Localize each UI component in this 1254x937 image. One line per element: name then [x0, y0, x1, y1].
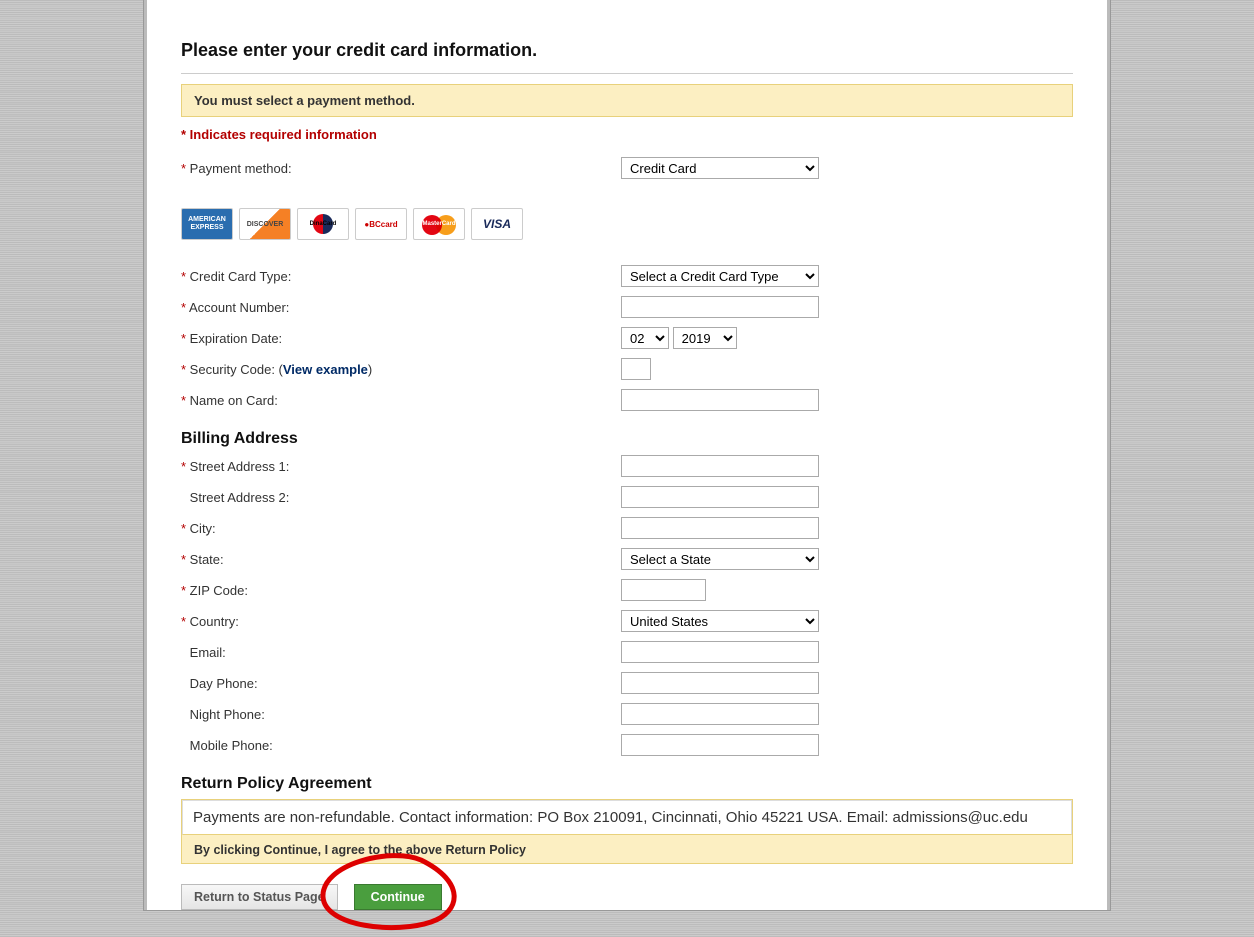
- amex-icon: AMERICAN EXPRESS: [181, 208, 233, 240]
- security-code-input[interactable]: [621, 358, 651, 380]
- mobile-phone-input[interactable]: [621, 734, 819, 756]
- visa-icon: VISA: [471, 208, 523, 240]
- name-on-card-row: * Name on Card:: [181, 388, 1073, 412]
- security-code-row: * Security Code: (View example): [181, 357, 1073, 381]
- policy-box: Payments are non-refundable. Contact inf…: [181, 799, 1073, 864]
- cc-type-select[interactable]: Select a Credit Card Type: [621, 265, 819, 287]
- billing-heading: Billing Address: [181, 430, 1073, 448]
- city-row: * City:: [181, 516, 1073, 540]
- return-button[interactable]: Return to Status Page: [181, 884, 338, 910]
- mastercard-icon: MasterCard: [413, 208, 465, 240]
- mobile-phone-row: * Mobile Phone:: [181, 733, 1073, 757]
- return-policy-heading: Return Policy Agreement: [181, 775, 1073, 793]
- expiration-month-select[interactable]: 02: [621, 327, 669, 349]
- divider: [181, 73, 1073, 74]
- view-example-link[interactable]: View example: [283, 362, 368, 377]
- card-logos: AMERICAN EXPRESS DISCOVER DinaCard ●BCca…: [181, 208, 1073, 240]
- policy-text: Payments are non-refundable. Contact inf…: [182, 800, 1072, 835]
- state-select[interactable]: Select a State: [621, 548, 819, 570]
- street2-input[interactable]: [621, 486, 819, 508]
- country-row: * Country: United States: [181, 609, 1073, 633]
- day-phone-row: * Day Phone:: [181, 671, 1073, 695]
- expiration-label: Expiration Date:: [190, 331, 283, 346]
- street1-row: * Street Address 1:: [181, 454, 1073, 478]
- day-phone-input[interactable]: [621, 672, 819, 694]
- state-row: * State: Select a State: [181, 547, 1073, 571]
- continue-button[interactable]: Continue: [354, 884, 442, 910]
- discover-icon: DISCOVER: [239, 208, 291, 240]
- security-code-label: Security Code: (: [190, 362, 283, 377]
- dinacard-icon: DinaCard: [297, 208, 349, 240]
- email-row: * Email:: [181, 640, 1073, 664]
- payment-method-label: * Payment method:: [181, 161, 621, 176]
- street2-row: * Street Address 2:: [181, 485, 1073, 509]
- warning-box: You must select a payment method.: [181, 84, 1073, 117]
- bccard-icon: ●BCcard: [355, 208, 407, 240]
- payment-method-select[interactable]: Credit Card: [621, 157, 819, 179]
- name-on-card-input[interactable]: [621, 389, 819, 411]
- page-title: Please enter your credit card informatio…: [181, 40, 1073, 65]
- account-number-input[interactable]: [621, 296, 819, 318]
- payment-method-row: * Payment method: Credit Card: [181, 156, 1073, 180]
- account-number-row: * Account Number:: [181, 295, 1073, 319]
- cc-type-row: * Credit Card Type: Select a Credit Card…: [181, 264, 1073, 288]
- night-phone-row: * Night Phone:: [181, 702, 1073, 726]
- button-row: Return to Status Page Continue: [181, 884, 1073, 910]
- policy-agree-text: By clicking Continue, I agree to the abo…: [194, 843, 1060, 857]
- form-container: Please enter your credit card informatio…: [144, 0, 1110, 910]
- email-input[interactable]: [621, 641, 819, 663]
- country-select[interactable]: United States: [621, 610, 819, 632]
- zip-input[interactable]: [621, 579, 706, 601]
- name-on-card-label: Name on Card:: [190, 393, 278, 408]
- required-note: * Indicates required information: [181, 127, 1073, 142]
- night-phone-input[interactable]: [621, 703, 819, 725]
- city-input[interactable]: [621, 517, 819, 539]
- account-number-label: Account Number:: [189, 300, 289, 315]
- street1-input[interactable]: [621, 455, 819, 477]
- zip-row: * ZIP Code:: [181, 578, 1073, 602]
- cc-type-label: Credit Card Type:: [190, 269, 292, 284]
- expiration-row: * Expiration Date: 02 2019: [181, 326, 1073, 350]
- expiration-year-select[interactable]: 2019: [673, 327, 737, 349]
